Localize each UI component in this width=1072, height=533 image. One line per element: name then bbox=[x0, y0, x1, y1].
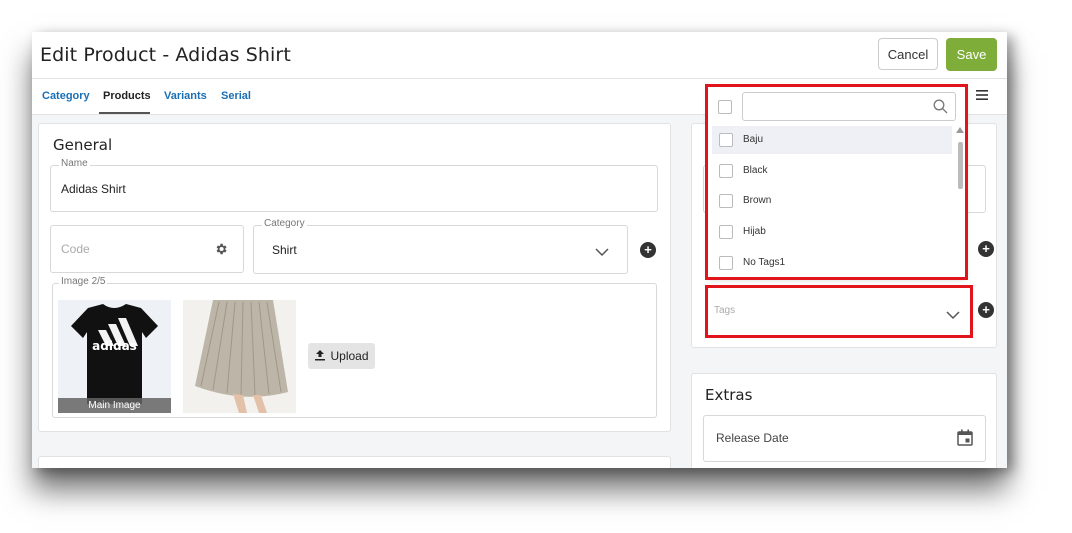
gear-icon[interactable] bbox=[214, 242, 228, 261]
code-placeholder: Code bbox=[61, 242, 90, 256]
calendar-icon[interactable] bbox=[957, 429, 973, 451]
general-title: General bbox=[53, 136, 113, 154]
code-field[interactable]: Code bbox=[50, 225, 244, 273]
add-tag-button[interactable]: + bbox=[978, 302, 994, 318]
upload-button[interactable]: Upload bbox=[308, 343, 375, 369]
tab-serial[interactable]: Serial bbox=[221, 90, 251, 102]
page-title: Edit Product - Adidas Shirt bbox=[40, 44, 291, 66]
save-button[interactable]: Save bbox=[946, 38, 997, 71]
page-header: Edit Product - Adidas Shirt Cancel Save bbox=[32, 32, 1007, 79]
cancel-button[interactable]: Cancel bbox=[878, 38, 938, 70]
highlight-box-dropdown bbox=[705, 84, 968, 280]
secondary-card bbox=[38, 456, 671, 468]
skirt-image bbox=[195, 300, 288, 413]
tab-products[interactable]: Products bbox=[103, 90, 151, 102]
add-item-button[interactable]: + bbox=[978, 241, 994, 257]
thumb-brand-text: adidas bbox=[92, 339, 137, 353]
main-image-thumbnail[interactable]: adidas Main Image bbox=[58, 300, 171, 413]
tab-category[interactable]: Category bbox=[42, 90, 90, 102]
upload-icon bbox=[314, 349, 326, 364]
active-tab-indicator bbox=[99, 112, 150, 114]
tshirt-image bbox=[71, 304, 158, 404]
add-category-button[interactable]: + bbox=[640, 242, 656, 258]
name-label: Name bbox=[59, 158, 90, 169]
tab-variants[interactable]: Variants bbox=[164, 90, 207, 102]
release-date-field[interactable]: Release Date bbox=[703, 415, 986, 462]
extras-title: Extras bbox=[705, 386, 753, 404]
image-label: Image 2/5 bbox=[59, 276, 108, 287]
image-thumbnail-2[interactable] bbox=[183, 300, 296, 413]
category-value: Shirt bbox=[272, 243, 297, 257]
upload-label: Upload bbox=[330, 349, 369, 363]
chevron-down-icon bbox=[595, 244, 609, 262]
category-select[interactable]: Shirt bbox=[253, 225, 628, 274]
menu-icon[interactable] bbox=[976, 88, 988, 106]
name-field[interactable]: Adidas Shirt bbox=[50, 165, 658, 212]
highlight-box-tags-field bbox=[705, 285, 973, 338]
category-label: Category bbox=[262, 218, 307, 229]
release-date-placeholder: Release Date bbox=[716, 431, 789, 445]
name-value: Adidas Shirt bbox=[61, 182, 126, 196]
main-image-caption: Main Image bbox=[58, 398, 171, 413]
app-window: Edit Product - Adidas Shirt Cancel Save … bbox=[32, 32, 1007, 468]
